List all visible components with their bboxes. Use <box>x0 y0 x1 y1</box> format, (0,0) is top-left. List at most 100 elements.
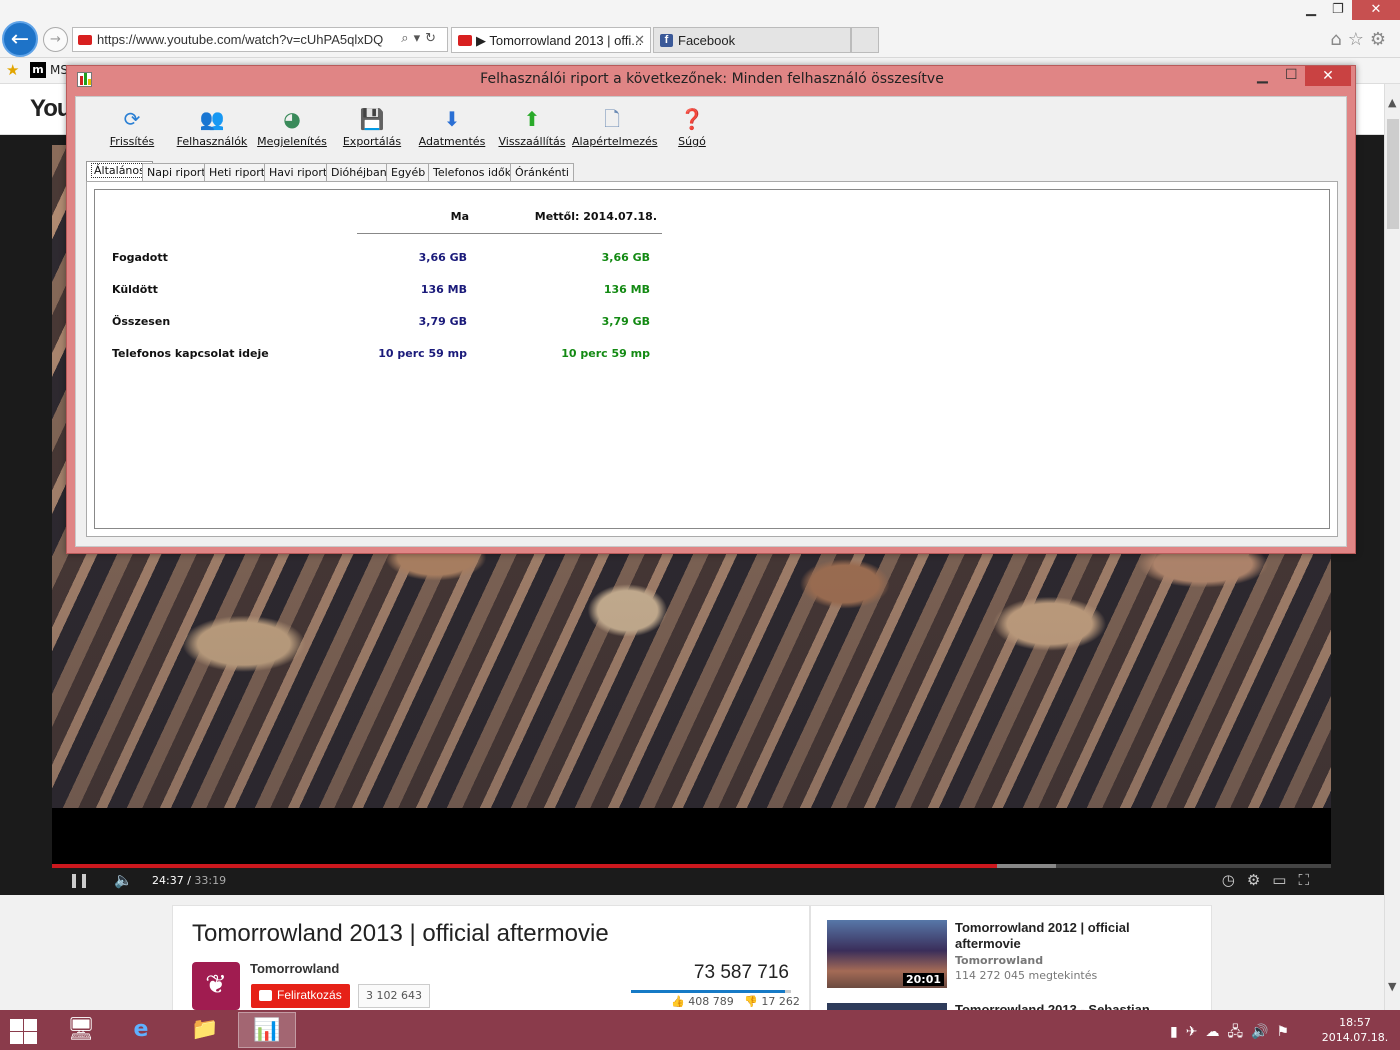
pause-button[interactable] <box>72 874 86 888</box>
dialog-maximize-button[interactable]: ☐ <box>1285 67 1298 83</box>
users-icon: 👥 <box>199 107 225 131</box>
refresh-icon: ⟳ <box>123 107 141 131</box>
volume-icon[interactable]: 🔈 <box>114 871 133 889</box>
channel-name[interactable]: Tomorrowland <box>250 961 339 976</box>
home-icon[interactable]: ⌂ <box>1330 29 1347 50</box>
thumbs-up-icon[interactable]: 👍 <box>671 995 685 1008</box>
address-bar[interactable]: https://www.youtube.com/watch?v=cUhPA5ql… <box>72 27 448 52</box>
system-clock[interactable]: 18:57 2014.07.18. <box>1318 1015 1392 1045</box>
star-icon[interactable]: ☆ <box>1348 29 1370 50</box>
restore-button[interactable]: ⬆ Visszaállítás <box>492 107 572 148</box>
browser-toolbar: ← → https://www.youtube.com/watch?v=cUhP… <box>0 0 1400 58</box>
search-icon[interactable]: ⌕ <box>401 31 413 46</box>
help-button[interactable]: ❓ Súgó <box>652 107 732 148</box>
start-button[interactable] <box>8 1018 38 1044</box>
defaults-button[interactable]: 🗋 Alapértelmezés <box>572 107 658 148</box>
taskbar-netlimiter[interactable]: 📊 <box>238 1012 296 1048</box>
dialog-close-button[interactable]: ✕ <box>1305 66 1351 86</box>
phone-time-since: 10 perc 59 mp <box>561 347 650 360</box>
taskbar-internet-explorer[interactable]: e <box>112 1012 170 1048</box>
close-window-button[interactable]: ✕ <box>1352 0 1400 20</box>
onedrive-icon[interactable]: ☁ <box>1205 1024 1227 1040</box>
msn-icon: m <box>30 62 46 78</box>
dialog-title: Felhasználói riport a következőnek: Mind… <box>480 71 944 87</box>
watch-later-icon[interactable]: ◷ <box>1222 871 1247 889</box>
folder-icon: 📁 <box>191 1017 219 1042</box>
tab-other[interactable]: Egyéb <box>386 163 431 181</box>
related-title[interactable]: Tomorrowland 2012 | official aftermovie <box>955 920 1195 952</box>
dialog-client: ⟳ Frissítés 👥 Felhasználók ◕ Megjelenítés 💾… <box>75 96 1347 547</box>
taskbar-file-explorer[interactable]: 📁 <box>176 1012 234 1048</box>
scroll-down-icon[interactable]: ▼ <box>1388 980 1396 993</box>
arrow-down-icon: ⬇ <box>443 107 461 131</box>
thumbs-down-icon[interactable]: 👎 <box>744 995 758 1008</box>
refresh-button[interactable]: ⟳ Frissítés <box>92 107 172 148</box>
close-icon[interactable]: ✕ <box>634 32 645 48</box>
subscribe-button[interactable]: Feliratkozás <box>251 984 350 1008</box>
settings-gear-icon[interactable]: ⚙ <box>1247 871 1272 889</box>
dislike-count: 17 262 <box>761 995 800 1008</box>
save-icon: 💾 <box>359 107 385 131</box>
tab-phone-times[interactable]: Telefonos idők <box>428 163 517 181</box>
phone-time-today: 10 perc 59 mp <box>378 347 467 360</box>
tab-daily-report[interactable]: Napi riport <box>142 163 211 181</box>
sent-since: 136 MB <box>603 283 650 296</box>
dialog-minimize-button[interactable]: ▁ <box>1257 68 1268 84</box>
tab-monthly-report[interactable]: Havi riport <box>264 163 333 181</box>
refresh-icon[interactable]: ↻ <box>425 31 441 46</box>
flag-icon[interactable]: ⚑ <box>1277 1024 1298 1040</box>
tab-weekly-report[interactable]: Heti riport <box>204 163 271 181</box>
system-tray: ▮✈☁🖧🔊⚑ <box>1170 1021 1297 1045</box>
related-thumbnail[interactable]: 20:01 <box>827 920 947 988</box>
column-header-today: Ma <box>450 210 469 223</box>
facebook-favicon-icon: f <box>660 34 673 47</box>
app-tray-icon[interactable]: ▮ <box>1170 1024 1186 1040</box>
row-label-sent: Küldött <box>112 283 158 296</box>
speaker-icon[interactable]: 🔊 <box>1251 1024 1276 1040</box>
monitor-icon: 🖥 <box>67 1017 95 1042</box>
address-url[interactable]: https://www.youtube.com/watch?v=cUhPA5ql… <box>97 32 383 47</box>
restore-button[interactable]: ❐ <box>1332 2 1344 17</box>
report-table: Ma Mettől: 2014.07.18. Fogadott 3,66 GB … <box>94 189 1330 529</box>
fullscreen-icon[interactable]: ⛶ <box>1298 871 1321 889</box>
scrollbar-thumb[interactable] <box>1387 119 1399 229</box>
users-button[interactable]: 👥 Felhasználók <box>172 107 252 148</box>
favorites-star-icon[interactable]: ★ <box>6 61 19 79</box>
taskbar-resource-monitor[interactable]: 🖥 <box>52 1012 110 1048</box>
backup-button[interactable]: ⬇ Adatmentés <box>412 107 492 148</box>
back-button[interactable]: ← <box>2 21 38 57</box>
column-header-since: Mettől: 2014.07.18. <box>534 210 657 223</box>
like-ratio-bar <box>631 990 791 993</box>
export-button[interactable]: 💾 Exportálás <box>332 107 412 148</box>
scroll-up-icon[interactable]: ▲ <box>1388 96 1396 109</box>
arrow-right-icon: → <box>50 32 61 47</box>
network-activity-icon[interactable]: ✈ <box>1186 1024 1206 1040</box>
tab-facebook[interactable]: f Facebook <box>653 27 851 53</box>
related-duration: 20:01 <box>902 973 944 986</box>
network-icon[interactable]: 🖧 <box>1227 1024 1251 1040</box>
channel-avatar[interactable]: ❦ <box>192 962 240 1010</box>
row-label-phone-time: Telefonos kapcsolat ideje <box>112 347 269 360</box>
youtube-favicon-icon <box>458 35 472 46</box>
page-scrollbar[interactable]: ▲ ▼ <box>1384 84 1400 1010</box>
related-videos: 20:01 Tomorrowland 2012 | official after… <box>810 905 1212 1016</box>
video-title: Tomorrowland 2013 | official aftermovie <box>192 920 609 947</box>
gear-icon[interactable]: ⚙ <box>1370 29 1392 50</box>
arrow-left-icon: ← <box>10 27 30 52</box>
received-today: 3,66 GB <box>418 251 467 264</box>
theater-mode-icon[interactable]: ▭ <box>1272 871 1298 889</box>
report-dialog: Felhasználói riport a következőnek: Mind… <box>66 65 1356 554</box>
tab-in-a-nutshell[interactable]: Dióhéjban <box>326 163 392 181</box>
display-icon: ◕ <box>283 107 301 131</box>
tab-youtube[interactable]: ▶ Tomorrowland 2013 | offi... ✕ <box>451 27 651 53</box>
display-button[interactable]: ◕ Megjelenítés <box>252 107 332 148</box>
received-since: 3,66 GB <box>601 251 650 264</box>
minimize-button[interactable]: ▁ <box>1306 2 1316 17</box>
forward-button[interactable]: → <box>43 27 68 52</box>
new-tab-button[interactable] <box>851 27 879 53</box>
chevron-down-icon[interactable]: ▾ <box>414 31 426 46</box>
tab-label: Facebook <box>678 33 736 48</box>
tab-hourly[interactable]: Óránkénti <box>510 163 574 181</box>
total-today: 3,79 GB <box>418 315 467 328</box>
youtube-favicon-icon <box>78 35 92 45</box>
